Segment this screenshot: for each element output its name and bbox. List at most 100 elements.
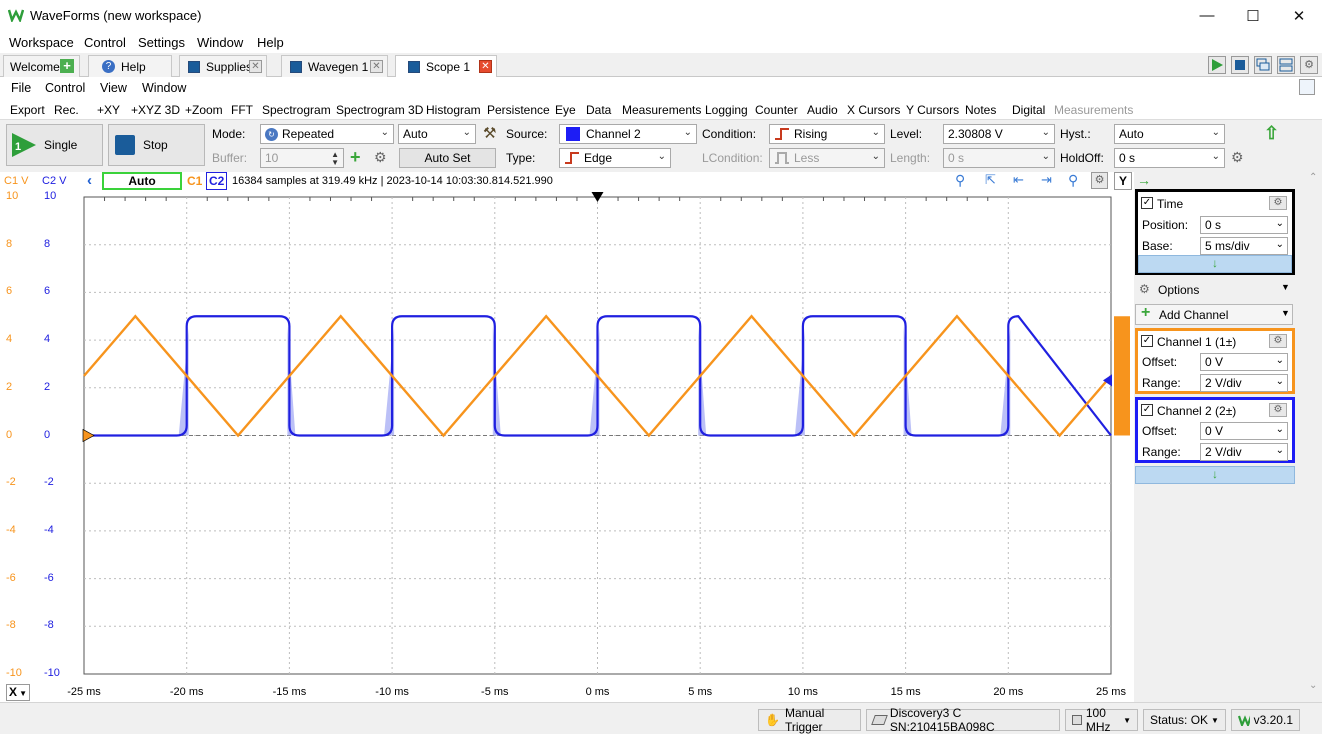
cascade-icon[interactable] xyxy=(1254,56,1272,74)
buffer-input[interactable]: 10 ▲ ▼ xyxy=(260,148,344,168)
digital-button[interactable]: Digital xyxy=(1012,103,1045,117)
menu-help[interactable]: Help xyxy=(257,35,284,50)
counter-button[interactable]: Counter xyxy=(755,103,798,117)
spectrogram3d-button[interactable]: Spectrogram 3D xyxy=(336,103,423,117)
auto-mode-select[interactable]: Auto ⌄ xyxy=(398,124,476,144)
histogram-button[interactable]: Histogram xyxy=(426,103,481,117)
imenu-view[interactable]: View xyxy=(100,81,127,95)
add-tab-icon[interactable]: + xyxy=(60,59,74,73)
measurements-button[interactable]: Measurements xyxy=(622,103,701,117)
minimize-button[interactable]: — xyxy=(1184,0,1230,31)
xcursors-button[interactable]: X Cursors xyxy=(847,103,900,117)
holdoff-input[interactable]: 0 s ⌄ xyxy=(1114,148,1225,168)
arrow-up-icon[interactable]: ⇧ xyxy=(1264,123,1279,144)
ch1-range-input[interactable]: 2 V/div ⌄ xyxy=(1200,374,1288,392)
xyz3d-button[interactable]: +XYZ 3D xyxy=(131,103,180,117)
export-button[interactable]: Export xyxy=(10,103,45,117)
imenu-file[interactable]: File xyxy=(11,81,31,95)
device-button[interactable]: Discovery3 C SN:210415BA098C xyxy=(866,706,1060,734)
rec-button[interactable]: Rec. xyxy=(54,103,79,117)
zoom-button[interactable]: +Zoom xyxy=(185,103,223,117)
channels-expand-button[interactable]: ↓ xyxy=(1135,466,1295,484)
condition-select[interactable]: Rising ⌄ xyxy=(769,124,885,144)
ch2-offset-input[interactable]: 0 V ⌄ xyxy=(1200,422,1288,440)
channel2-gear-icon[interactable]: ⚙ xyxy=(1269,403,1287,417)
cursor-icon[interactable]: ⇱ xyxy=(985,172,996,188)
right-panel-scrollbar[interactable]: ⌃ ⌄ xyxy=(1306,172,1322,702)
menu-workspace[interactable]: Workspace xyxy=(9,35,74,50)
notes-button[interactable]: Notes xyxy=(965,103,996,117)
tab-help[interactable]: ? Help xyxy=(88,55,172,77)
scroll-down-icon[interactable]: ⌄ xyxy=(1309,680,1317,691)
scroll-up-icon[interactable]: ⌃ xyxy=(1309,172,1317,183)
scope-plot[interactable]: 10 10 8 8 6 6 4 4 2 2 0 0 -2 -2 -4 -4 -6 -6 -8 -8 -10 -10 xyxy=(0,190,1134,684)
tab-supplies[interactable]: Supplies ✕ xyxy=(179,55,267,77)
mode-select[interactable]: ↻ Repeated ⌄ xyxy=(260,124,394,144)
length-input[interactable]: 0 s ⌄ xyxy=(943,148,1055,168)
close-button[interactable]: ✕ xyxy=(1276,0,1322,31)
close-tab-icon[interactable]: ✕ xyxy=(249,60,262,73)
zoom-out-icon[interactable]: ⚲ xyxy=(1068,172,1078,189)
gear-icon[interactable]: ⚙ xyxy=(1231,149,1244,166)
fft-button[interactable]: FFT xyxy=(231,103,253,117)
time-checkbox[interactable]: ✓ xyxy=(1141,197,1153,209)
imenu-control[interactable]: Control xyxy=(45,81,85,95)
hyst-input[interactable]: Auto ⌄ xyxy=(1114,124,1225,144)
stop-all-button[interactable] xyxy=(1231,56,1249,74)
arrow-right-icon[interactable]: → xyxy=(1137,172,1151,188)
zoom-in-icon[interactable]: ⚲ xyxy=(955,172,965,189)
imenu-window[interactable]: Window xyxy=(142,81,186,95)
single-button[interactable]: 1 Single xyxy=(6,124,103,166)
type-select[interactable]: Edge ⌄ xyxy=(559,148,671,168)
tile-icon[interactable] xyxy=(1277,56,1295,74)
base-input[interactable]: 5 ms/div ⌄ xyxy=(1200,237,1288,255)
data-button[interactable]: Data xyxy=(586,103,611,117)
xy-button[interactable]: +XY xyxy=(97,103,120,117)
time-gear-icon[interactable]: ⚙ xyxy=(1269,196,1287,210)
ch1-offset-input[interactable]: 0 V ⌄ xyxy=(1200,353,1288,371)
position-input[interactable]: 0 s ⌄ xyxy=(1200,216,1288,234)
dock-icon[interactable] xyxy=(1299,79,1315,95)
menu-control[interactable]: Control xyxy=(84,35,126,50)
c2-tag[interactable]: C2 xyxy=(206,172,228,190)
persistence-button[interactable]: Persistence xyxy=(487,103,550,117)
gear-icon[interactable]: ⚙ xyxy=(374,149,387,166)
channel1-checkbox[interactable]: ✓ xyxy=(1141,335,1153,347)
close-tab-icon[interactable]: ✕ xyxy=(479,60,492,73)
close-tab-icon[interactable]: ✕ xyxy=(370,60,383,73)
run-all-button[interactable] xyxy=(1208,56,1226,74)
spectrogram-button[interactable]: Spectrogram xyxy=(262,103,331,117)
level-input[interactable]: 2.30808 V ⌄ xyxy=(943,124,1055,144)
options-row[interactable]: ⚙ Options ▼ xyxy=(1135,280,1295,300)
status-button[interactable]: Status: OK ▼ xyxy=(1143,709,1226,731)
ycursors-button[interactable]: Y Cursors xyxy=(906,103,959,117)
frequency-button[interactable]: 100 MHz ▼ xyxy=(1065,706,1138,734)
channel2-checkbox[interactable]: ✓ xyxy=(1141,404,1153,416)
lcondition-select[interactable]: Less ⌄ xyxy=(769,148,885,168)
manual-trigger-button[interactable]: ✋ Manual Trigger xyxy=(758,706,861,734)
audio-button[interactable]: Audio xyxy=(807,103,838,117)
maximize-button[interactable]: ☐ xyxy=(1230,0,1276,31)
x-axis-button[interactable]: X ▼ xyxy=(6,684,30,701)
settings-gear-icon[interactable]: ⚙ xyxy=(1300,56,1318,74)
add-channel-button[interactable]: + Add Channel ▼ xyxy=(1135,304,1293,325)
align-left-icon[interactable]: ⇤ xyxy=(1013,172,1024,188)
menu-settings[interactable]: Settings xyxy=(138,35,185,50)
y-axis-button[interactable]: Y xyxy=(1114,172,1132,190)
channel1-gear-icon[interactable]: ⚙ xyxy=(1269,334,1287,348)
time-expand-button[interactable]: ↓ xyxy=(1138,255,1292,273)
plot-settings-gear-icon[interactable]: ⚙ xyxy=(1091,172,1108,189)
chevron-left-icon[interactable]: ‹ xyxy=(87,172,92,189)
hammer-icon[interactable]: ⚒ xyxy=(483,124,496,142)
c1-tag[interactable]: C1 xyxy=(187,174,202,188)
tab-wavegen[interactable]: Wavegen 1 ✕ xyxy=(281,55,388,77)
menu-window[interactable]: Window xyxy=(197,35,243,50)
waveform-chart[interactable] xyxy=(0,190,1134,684)
tab-scope[interactable]: Scope 1 ✕ xyxy=(395,55,497,78)
logging-button[interactable]: Logging xyxy=(705,103,748,117)
add-icon[interactable]: + xyxy=(350,147,361,168)
source-select[interactable]: Channel 2 ⌄ xyxy=(559,124,697,144)
eye-button[interactable]: Eye xyxy=(555,103,576,117)
autoset-button[interactable]: Auto Set xyxy=(399,148,496,168)
stop-button[interactable]: Stop xyxy=(108,124,205,166)
